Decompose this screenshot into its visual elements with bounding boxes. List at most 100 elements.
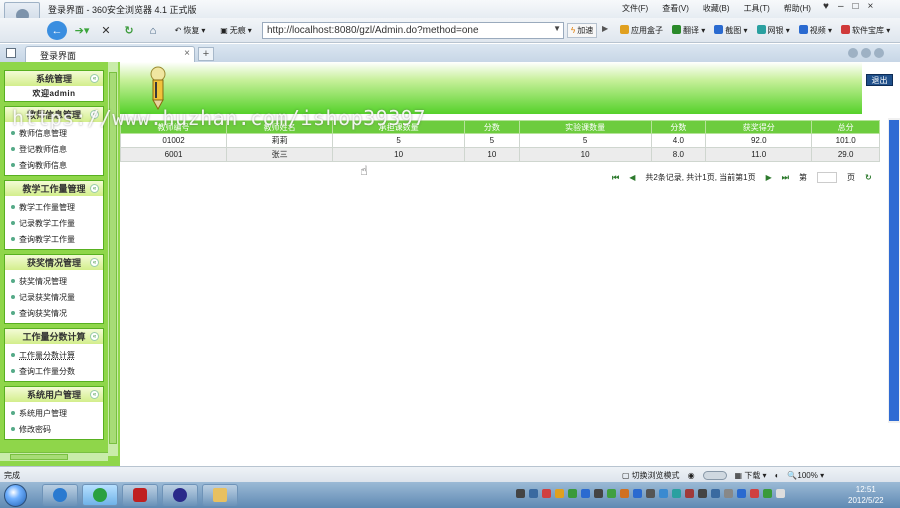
collapse-icon[interactable]: «: [90, 258, 99, 267]
collapse-icon[interactable]: «: [90, 74, 99, 83]
sidebar-item-user-manage[interactable]: 系统用户管理: [11, 405, 103, 421]
stop-button[interactable]: ✕: [97, 21, 115, 40]
folder-taskbar-icon[interactable]: [202, 484, 238, 506]
switch-mode-button[interactable]: ▢ 切换浏览模式: [622, 470, 680, 481]
collapse-icon[interactable]: «: [90, 332, 99, 341]
sidebar-item-awards-query[interactable]: 查询获奖情况: [11, 305, 103, 321]
last-page-icon[interactable]: ⏭: [782, 173, 789, 183]
refresh-button[interactable]: ↻: [120, 21, 138, 40]
tab-next-icon[interactable]: [861, 48, 871, 58]
mode-toggle[interactable]: [702, 471, 727, 480]
sidebar-item-score-calc[interactable]: 工作量分数计算: [11, 347, 103, 363]
start-button[interactable]: [4, 484, 27, 507]
tray-app-icon[interactable]: [763, 489, 772, 498]
sidebar-item-score-query[interactable]: 查询工作量分数: [11, 363, 103, 379]
section-header[interactable]: 系统用户管理 «: [5, 387, 103, 402]
tray-app-icon[interactable]: [711, 489, 720, 498]
tray-keyboard-icon[interactable]: [516, 489, 525, 498]
app-box-button[interactable]: 应用盒子: [620, 25, 663, 36]
translate-button[interactable]: 翻译 ▾: [672, 25, 705, 36]
tray-app-icon[interactable]: [737, 489, 746, 498]
tray-antivirus-icon[interactable]: [542, 489, 551, 498]
home-button[interactable]: ⌂: [144, 21, 162, 40]
tray-app-icon[interactable]: [620, 489, 629, 498]
tray-app-icon[interactable]: [568, 489, 577, 498]
menu-help[interactable]: 帮助(H): [784, 3, 811, 14]
zoom-level[interactable]: 🔍100% ▾: [787, 471, 824, 480]
sidebar-item-workload-record[interactable]: 记录教学工作量: [11, 215, 103, 231]
tab-list-icon[interactable]: [874, 48, 884, 58]
tray-app-icon[interactable]: [607, 489, 616, 498]
page-number-input[interactable]: [816, 172, 837, 183]
sidebar-item-teacher-register[interactable]: 登记教师信息: [11, 141, 103, 157]
section-header[interactable]: 工作量分数计算 «: [5, 329, 103, 344]
section-header[interactable]: 教学工作量管理 «: [5, 181, 103, 196]
tray-app-icon[interactable]: [724, 489, 733, 498]
security-icon[interactable]: ◉: [688, 471, 695, 480]
collapse-icon[interactable]: «: [90, 390, 99, 399]
sidebar-item-awards-manage[interactable]: 获奖情况管理: [11, 273, 103, 289]
tray-app-icon[interactable]: [750, 489, 759, 498]
menu-tools[interactable]: 工具(T): [744, 3, 770, 14]
section-header[interactable]: 获奖情况管理 «: [5, 255, 103, 270]
tray-app-icon[interactable]: [594, 489, 603, 498]
prev-page-icon[interactable]: ◀: [629, 173, 635, 182]
skin-icon[interactable]: ♥: [823, 1, 829, 12]
incognito-button[interactable]: ▣ 无痕 ▾: [216, 21, 256, 40]
app-red-taskbar-icon[interactable]: [122, 484, 158, 506]
forward-button[interactable]: ➔▾: [70, 21, 94, 40]
tray-network-icon[interactable]: [529, 489, 538, 498]
collapse-icon[interactable]: «: [90, 184, 99, 193]
url-input[interactable]: [267, 25, 537, 36]
sound-icon[interactable]: ◐: [775, 471, 780, 480]
download-button[interactable]: ▦ 下载 ▾: [735, 470, 767, 481]
menu-favorites[interactable]: 收藏(B): [703, 3, 730, 14]
tray-app-icon[interactable]: [672, 489, 681, 498]
go-icon[interactable]: ▶: [602, 24, 608, 33]
sidebar-item-workload-query[interactable]: 查询教学工作量: [11, 231, 103, 247]
tray-app-icon[interactable]: [698, 489, 707, 498]
clock[interactable]: 12:51 2012/5/22: [848, 484, 884, 506]
scroll-thumb[interactable]: [889, 120, 899, 421]
sidebar-h-scrollbar[interactable]: [0, 452, 108, 461]
address-dropdown-icon[interactable]: ▼: [553, 24, 561, 33]
screenshot-button[interactable]: 截图 ▾: [714, 25, 748, 36]
restore-icon[interactable]: □: [853, 1, 859, 12]
tray-app-icon[interactable]: [646, 489, 655, 498]
tab-prev-icon[interactable]: [848, 48, 858, 58]
page-scrollbar[interactable]: [888, 118, 900, 423]
software-store-button[interactable]: 软件宝库 ▾: [841, 25, 890, 36]
menu-file[interactable]: 文件(F): [622, 3, 648, 14]
exit-button[interactable]: 退出: [866, 74, 893, 86]
browser360-taskbar-icon[interactable]: [82, 484, 118, 506]
speed-button[interactable]: ϟ 加速: [567, 23, 598, 38]
video-button[interactable]: 视频 ▾: [798, 25, 832, 36]
next-page-icon[interactable]: ▶: [766, 173, 772, 182]
tray-app-icon[interactable]: [685, 489, 694, 498]
first-page-icon[interactable]: ⏮: [612, 173, 619, 183]
go-page-icon[interactable]: ↻: [865, 173, 872, 182]
tray-app-icon[interactable]: [581, 489, 590, 498]
sidebar-item-awards-record[interactable]: 记录获奖情况量: [11, 289, 103, 305]
close-window-icon[interactable]: ×: [868, 1, 874, 12]
sidebar-item-workload-manage[interactable]: 教学工作量管理: [11, 199, 103, 215]
section-header[interactable]: 系统管理 «: [5, 71, 103, 86]
address-bar[interactable]: ▼: [262, 22, 564, 39]
ie-taskbar-icon[interactable]: [42, 484, 78, 506]
restore-closed-button[interactable]: ↶ 恢复 ▾: [168, 21, 212, 40]
sidebar-item-change-password[interactable]: 修改密码: [11, 421, 103, 437]
tray-volume-icon[interactable]: [776, 489, 785, 498]
tab-close-icon[interactable]: ×: [184, 48, 190, 59]
sidebar-item-teacher-query[interactable]: 查询教师信息: [11, 157, 103, 173]
menu-view[interactable]: 查看(V): [662, 3, 689, 14]
bank-button[interactable]: 网银 ▾: [756, 25, 790, 36]
tab-login[interactable]: 登录界面 ×: [25, 46, 195, 62]
scroll-thumb[interactable]: [10, 454, 68, 460]
tray-ime-icon[interactable]: [555, 489, 564, 498]
tray-app-icon[interactable]: [659, 489, 668, 498]
minimize-icon[interactable]: –: [838, 1, 844, 12]
tray-app-icon[interactable]: [633, 489, 642, 498]
back-button[interactable]: ←: [47, 21, 67, 40]
eclipse-taskbar-icon[interactable]: [162, 484, 198, 506]
new-tab-button[interactable]: +: [198, 47, 214, 61]
